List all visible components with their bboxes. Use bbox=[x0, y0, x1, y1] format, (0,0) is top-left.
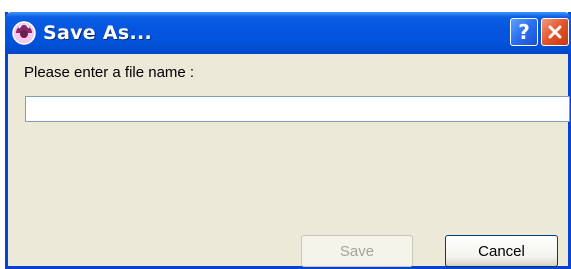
close-icon bbox=[548, 25, 562, 39]
save-as-dialog: Save As... ? Please enter a file name : … bbox=[5, 12, 571, 269]
title-bar[interactable]: Save As... ? bbox=[5, 12, 571, 54]
file-name-prompt: Please enter a file name : bbox=[24, 64, 195, 81]
save-button-label: Save bbox=[339, 242, 375, 260]
help-button[interactable]: ? bbox=[510, 18, 538, 46]
file-name-input[interactable] bbox=[25, 96, 570, 122]
save-button[interactable]: Save bbox=[301, 235, 413, 267]
help-icon: ? bbox=[518, 20, 530, 44]
cancel-button[interactable]: Cancel bbox=[445, 235, 558, 267]
app-icon bbox=[11, 20, 37, 46]
dialog-title: Save As... bbox=[43, 22, 153, 44]
title-buttons: ? bbox=[510, 18, 569, 46]
close-button[interactable] bbox=[541, 18, 569, 46]
cancel-button-label: Cancel bbox=[478, 242, 525, 260]
